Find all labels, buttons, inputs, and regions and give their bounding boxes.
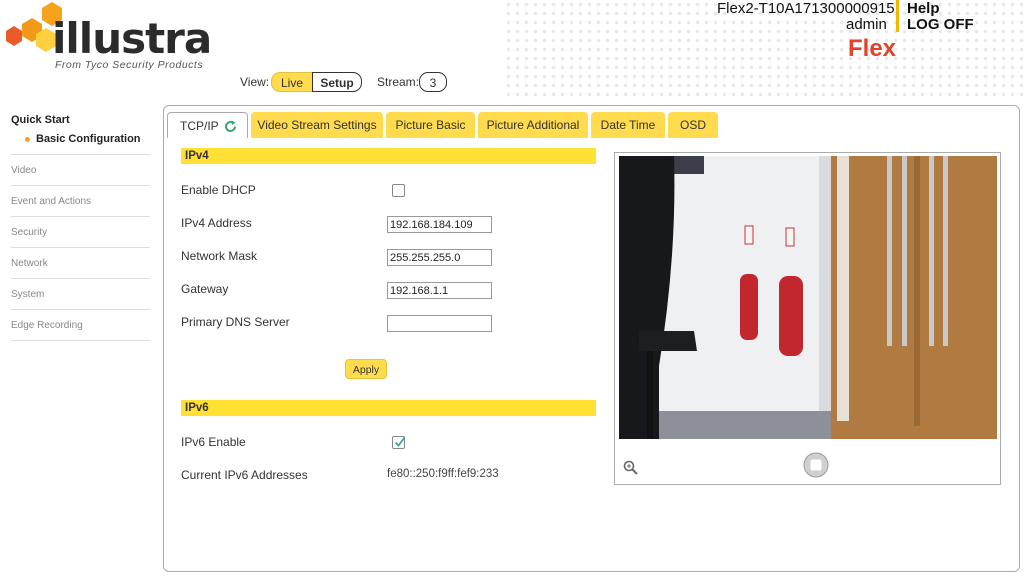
view-live-button[interactable]: Live <box>271 72 313 92</box>
gateway-label: Gateway <box>181 282 229 296</box>
stop-icon[interactable] <box>803 452 829 478</box>
header-divider <box>896 0 899 32</box>
sidebar-item-edge-recording[interactable]: Edge Recording <box>11 320 83 331</box>
refresh-icon[interactable] <box>224 120 237 133</box>
sidebar-divider <box>11 216 150 217</box>
user-name: admin <box>846 16 887 33</box>
active-bullet-icon <box>25 137 30 142</box>
stream-label: Stream: <box>377 75 420 89</box>
ipv6-section-header: IPv6 <box>181 400 596 416</box>
ipv6-enable-checkbox[interactable] <box>392 436 406 449</box>
current-ipv6-value: fe80::250:f9ff:fef9:233 <box>387 468 499 480</box>
help-link[interactable]: Help <box>907 0 940 17</box>
tab-picture-basic[interactable]: Picture Basic <box>386 112 475 138</box>
logoff-link[interactable]: LOG OFF <box>907 16 974 33</box>
ipv4-address-label: IPv4 Address <box>181 216 252 230</box>
ipv6-enable-label: IPv6 Enable <box>181 435 246 449</box>
sidebar-quick-start[interactable]: Quick Start <box>11 114 70 126</box>
sidebar-basic-configuration[interactable]: Basic Configuration <box>36 133 141 145</box>
stream-selector[interactable]: 3 <box>419 72 447 92</box>
product-brand: Flex <box>848 35 897 62</box>
tab-date-time[interactable]: Date Time <box>591 112 665 138</box>
network-mask-input[interactable] <box>387 249 492 266</box>
sidebar-item-security[interactable]: Security <box>11 227 47 238</box>
sidebar-item-network[interactable]: Network <box>11 258 48 269</box>
tab-tcp-ip-label: TCP/IP <box>180 119 219 133</box>
tab-video-stream-settings[interactable]: Video Stream Settings <box>251 112 383 138</box>
network-mask-label: Network Mask <box>181 249 258 263</box>
view-setup-button[interactable]: Setup <box>312 72 362 92</box>
current-ipv6-label: Current IPv6 Addresses <box>181 468 308 482</box>
ipv4-address-input[interactable] <box>387 216 492 233</box>
live-video-image[interactable] <box>619 156 997 439</box>
sidebar-divider <box>11 185 150 186</box>
tab-tcp-ip[interactable]: TCP/IP <box>167 112 248 138</box>
apply-button[interactable]: Apply <box>345 359 387 379</box>
sidebar-item-video[interactable]: Video <box>11 165 36 176</box>
enable-dhcp-checkbox[interactable] <box>392 184 405 197</box>
sidebar-item-system[interactable]: System <box>11 289 44 300</box>
tab-osd[interactable]: OSD <box>668 112 718 138</box>
sidebar-divider <box>11 278 150 279</box>
enable-dhcp-label: Enable DHCP <box>181 183 256 197</box>
sidebar-divider <box>11 340 150 341</box>
primary-dns-input[interactable] <box>387 315 492 332</box>
sidebar-divider <box>11 247 150 248</box>
sidebar-item-event-and-actions[interactable]: Event and Actions <box>11 196 91 207</box>
logo: illustra From Tyco Security Products <box>2 0 222 75</box>
primary-dns-label: Primary DNS Server <box>181 315 290 329</box>
tab-picture-additional[interactable]: Picture Additional <box>478 112 588 138</box>
ipv4-section-header: IPv4 <box>181 148 596 164</box>
logo-text: illustra <box>52 14 212 63</box>
sidebar-divider <box>11 154 150 155</box>
device-name: Flex2-T10A171300000915 <box>717 0 895 17</box>
gateway-input[interactable] <box>387 282 492 299</box>
sidebar-divider <box>11 309 150 310</box>
logo-tagline: From Tyco Security Products <box>55 59 204 71</box>
view-label: View: <box>240 75 270 89</box>
magnifier-icon[interactable] <box>623 460 638 475</box>
checkmark-icon <box>394 436 406 447</box>
